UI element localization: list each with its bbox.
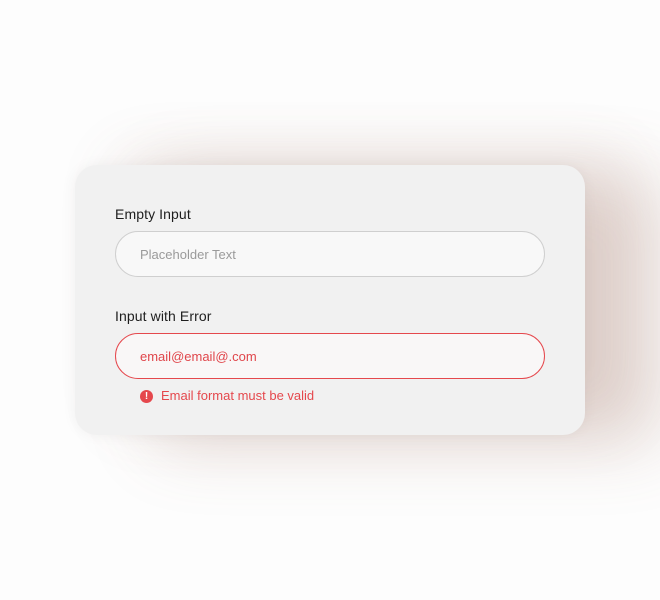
error-alert-icon: ! — [140, 389, 153, 403]
page-background: Empty Input Input with Error ! Email for… — [0, 0, 660, 600]
empty-input-field[interactable] — [115, 231, 545, 277]
error-input-label: Input with Error — [115, 308, 212, 324]
error-input-group: Input with Error ! Email format must be … — [115, 307, 545, 404]
error-message-row: ! Email format must be valid — [115, 388, 545, 404]
form-card: Empty Input Input with Error ! Email for… — [75, 165, 585, 435]
empty-input-label: Empty Input — [115, 206, 191, 222]
email-input-field[interactable] — [115, 333, 545, 379]
empty-input-group: Empty Input — [115, 205, 545, 277]
error-message-text: Email format must be valid — [161, 388, 315, 403]
